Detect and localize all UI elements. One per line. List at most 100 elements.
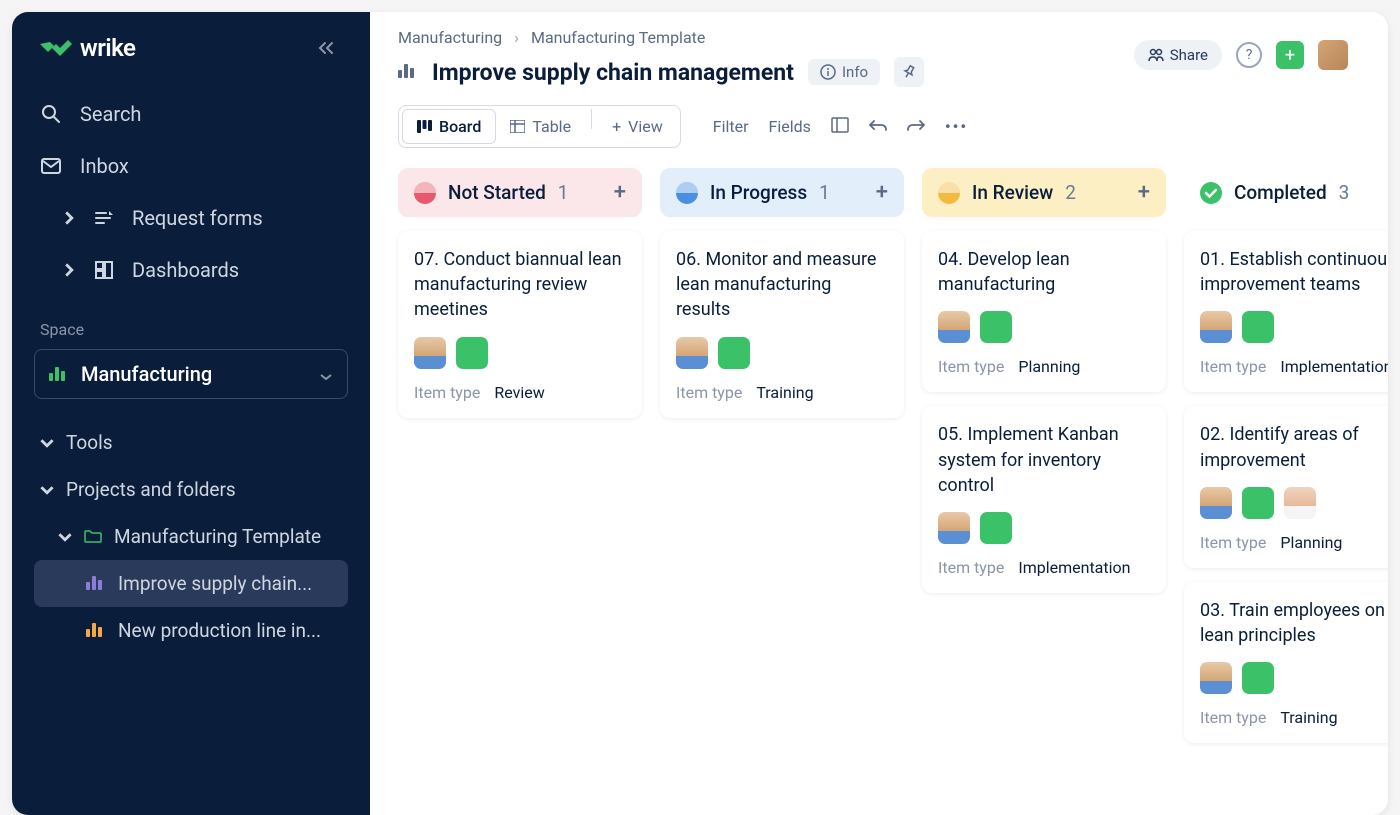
pin-button[interactable] bbox=[894, 57, 924, 87]
task-card[interactable]: 03. Train employees on lean principlesIt… bbox=[1184, 582, 1388, 743]
assignee-avatar[interactable] bbox=[414, 337, 446, 369]
assignee-avatar[interactable] bbox=[1200, 487, 1232, 519]
more-button[interactable]: ••• bbox=[945, 117, 968, 136]
nav-search[interactable]: Search bbox=[12, 88, 370, 140]
filter-button[interactable]: Filter bbox=[713, 117, 749, 136]
tree-project-active[interactable]: Improve supply chain... bbox=[34, 560, 348, 607]
user-avatar[interactable] bbox=[1318, 40, 1348, 70]
tree-tools[interactable]: Tools bbox=[12, 419, 370, 466]
logo[interactable]: wrike bbox=[40, 34, 135, 62]
assignee-avatar[interactable] bbox=[938, 512, 970, 544]
assignees bbox=[1200, 487, 1388, 519]
view-tab-board[interactable]: Board bbox=[402, 109, 496, 144]
item-type-value: Review bbox=[494, 383, 544, 402]
view-tab-table[interactable]: Table bbox=[496, 109, 585, 144]
assignee-avatar[interactable] bbox=[1242, 662, 1274, 694]
assignee-avatar[interactable] bbox=[1284, 487, 1316, 519]
forms-icon bbox=[94, 208, 114, 228]
project-icon bbox=[86, 572, 106, 595]
status-icon bbox=[676, 182, 698, 204]
breadcrumb-link[interactable]: Manufacturing Template bbox=[531, 28, 705, 47]
task-card[interactable]: 06. Monitor and measure lean manufacturi… bbox=[660, 231, 904, 418]
space-label: Space bbox=[12, 296, 370, 349]
board-column: In Progress1+ 06. Monitor and measure lea… bbox=[660, 168, 904, 795]
card-title: 06. Monitor and measure lean manufacturi… bbox=[676, 247, 888, 323]
item-type-label: Item type bbox=[676, 383, 742, 402]
item-type-value: Training bbox=[756, 383, 813, 402]
column-name: Completed bbox=[1234, 181, 1327, 204]
item-type-label: Item type bbox=[414, 383, 480, 402]
assignee-avatar[interactable] bbox=[1242, 487, 1274, 519]
assignee-avatar[interactable] bbox=[938, 311, 970, 343]
board-column: In Review2+04. Develop lean manufacturin… bbox=[922, 168, 1166, 795]
card-title: 05. Implement Kanban system for inventor… bbox=[938, 422, 1150, 498]
nav-inbox[interactable]: Inbox bbox=[12, 140, 370, 192]
assignee-avatar[interactable] bbox=[980, 512, 1012, 544]
task-card[interactable]: 01. Establish continuous improvement tea… bbox=[1184, 231, 1388, 392]
search-icon bbox=[40, 103, 62, 125]
expand-icon[interactable] bbox=[831, 117, 849, 137]
task-card[interactable]: 04. Develop lean manufacturingItem typeP… bbox=[922, 231, 1166, 392]
plus-icon: + bbox=[1285, 45, 1295, 66]
assignee-avatar[interactable] bbox=[676, 337, 708, 369]
assignee-avatar[interactable] bbox=[1200, 311, 1232, 343]
add-card-button[interactable]: + bbox=[614, 180, 626, 205]
add-card-button[interactable]: + bbox=[876, 180, 888, 205]
fields-button[interactable]: Fields bbox=[769, 117, 811, 136]
card-title: 03. Train employees on lean principles bbox=[1200, 598, 1388, 648]
nav-request-forms[interactable]: Request forms bbox=[12, 192, 370, 244]
column-header[interactable]: Not Started1+ bbox=[398, 168, 642, 217]
question-icon: ? bbox=[1246, 47, 1253, 63]
status-icon bbox=[1200, 182, 1222, 204]
share-button[interactable]: Share bbox=[1134, 40, 1222, 70]
assignee-avatar[interactable] bbox=[456, 337, 488, 369]
assignees bbox=[676, 337, 888, 369]
sidebar: wrike Search Inbox Request forms Dashboa… bbox=[12, 12, 370, 815]
info-icon bbox=[820, 64, 836, 80]
card-title: 02. Identify areas of improvement bbox=[1200, 422, 1388, 472]
assignee-avatar[interactable] bbox=[980, 311, 1012, 343]
wrike-logo-icon bbox=[40, 38, 72, 58]
column-count: 2 bbox=[1065, 181, 1076, 204]
assignee-avatar[interactable] bbox=[1200, 662, 1232, 694]
status-icon bbox=[938, 182, 960, 204]
chevron-right-icon: › bbox=[514, 28, 519, 47]
tree-projects-folders[interactable]: Projects and folders bbox=[12, 466, 370, 513]
space-selector[interactable]: Manufacturing bbox=[34, 349, 348, 399]
task-card[interactable]: 07. Conduct biannual lean manufacturing … bbox=[398, 231, 642, 418]
board-icon bbox=[417, 120, 432, 133]
assignee-avatar[interactable] bbox=[1242, 311, 1274, 343]
info-button[interactable]: Info bbox=[808, 59, 880, 85]
tree-template[interactable]: Manufacturing Template bbox=[12, 513, 370, 560]
help-button[interactable]: ? bbox=[1236, 42, 1262, 68]
column-header[interactable]: In Progress1+ bbox=[660, 168, 904, 217]
redo-button[interactable] bbox=[907, 117, 925, 136]
project-icon bbox=[398, 62, 418, 82]
column-header[interactable]: In Review2+ bbox=[922, 168, 1166, 217]
nav-dashboards[interactable]: Dashboards bbox=[12, 244, 370, 296]
assignees bbox=[938, 311, 1150, 343]
add-view-button[interactable]: + View bbox=[598, 109, 677, 144]
task-card[interactable]: 05. Implement Kanban system for inventor… bbox=[922, 406, 1166, 593]
card-title: 04. Develop lean manufacturing bbox=[938, 247, 1150, 297]
item-type-value: Implementation bbox=[1018, 558, 1130, 577]
folder-icon bbox=[84, 525, 102, 548]
add-card-button[interactable]: + bbox=[1138, 180, 1150, 205]
board-column: Completed3+ 01. Establish continuous impr… bbox=[1184, 168, 1388, 795]
assignee-avatar[interactable] bbox=[718, 337, 750, 369]
chevron-down-icon bbox=[40, 483, 54, 497]
inbox-icon bbox=[40, 155, 62, 177]
breadcrumb-link[interactable]: Manufacturing bbox=[398, 28, 502, 47]
project-icon bbox=[86, 619, 106, 642]
tree-project-other[interactable]: New production line in... bbox=[12, 607, 370, 654]
card-title: 01. Establish continuous improvement tea… bbox=[1200, 247, 1388, 297]
chevron-right-icon bbox=[62, 263, 76, 277]
add-button[interactable]: + bbox=[1276, 41, 1304, 69]
table-icon bbox=[510, 120, 525, 133]
column-header[interactable]: Completed3+ bbox=[1184, 168, 1388, 217]
item-type-value: Planning bbox=[1280, 533, 1342, 552]
item-type-label: Item type bbox=[1200, 533, 1266, 552]
task-card[interactable]: 02. Identify areas of improvement Item ty… bbox=[1184, 406, 1388, 567]
undo-button[interactable] bbox=[869, 117, 887, 136]
collapse-sidebar-button[interactable] bbox=[310, 32, 342, 64]
